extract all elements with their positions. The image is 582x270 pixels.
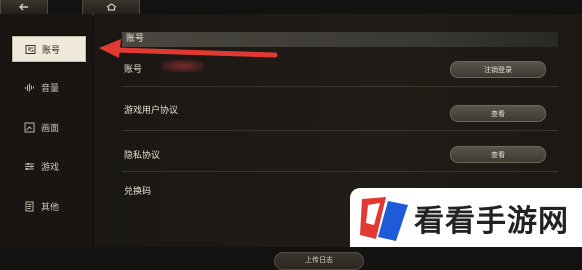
home-button[interactable] [82,0,140,15]
sidebar-item-account[interactable]: 账号 [12,36,86,62]
sidebar-item-game[interactable]: 游戏 [12,153,86,179]
settings-sidebar: 账号 音量 画面 游戏 其他 [0,14,92,247]
row-divider [122,86,558,87]
site-watermark: 看看手游网 [350,188,582,247]
sidebar-item-label: 其他 [41,202,60,213]
volume-icon [25,83,34,91]
row-label-privacy: 隐私协议 [124,151,161,161]
sidebar-item-other[interactable]: 其他 [12,193,86,219]
home-icon [106,3,116,11]
view-privacy-button[interactable]: 查看 [450,146,546,163]
sidebar-item-label: 账号 [42,45,61,56]
watermark-logo-icon [360,196,408,241]
back-button[interactable] [0,0,48,15]
upload-log-button[interactable]: 上传日志 [274,252,364,270]
sidebar-item-volume[interactable]: 音量 [12,74,86,100]
logout-button[interactable]: 注销登录 [450,61,546,78]
sidebar-item-display[interactable]: 画面 [12,114,86,140]
row-label-user-agreement: 游戏用户协议 [124,106,179,116]
row-divider [122,171,558,172]
view-user-agreement-button[interactable]: 查看 [450,105,546,122]
document-icon [25,201,34,211]
display-icon [24,122,35,132]
row-label-redeem-code: 兑换码 [124,187,152,197]
sidebar-item-label: 游戏 [41,162,60,173]
account-icon [25,44,36,54]
annotation-arrow [99,39,278,58]
game-sliders-icon [25,162,34,170]
row-divider [122,130,558,131]
sidebar-item-label: 音量 [41,83,60,94]
sidebar-item-label: 画面 [41,123,60,134]
watermark-text: 看看手游网 [414,203,569,239]
back-arrow-icon [19,3,28,11]
